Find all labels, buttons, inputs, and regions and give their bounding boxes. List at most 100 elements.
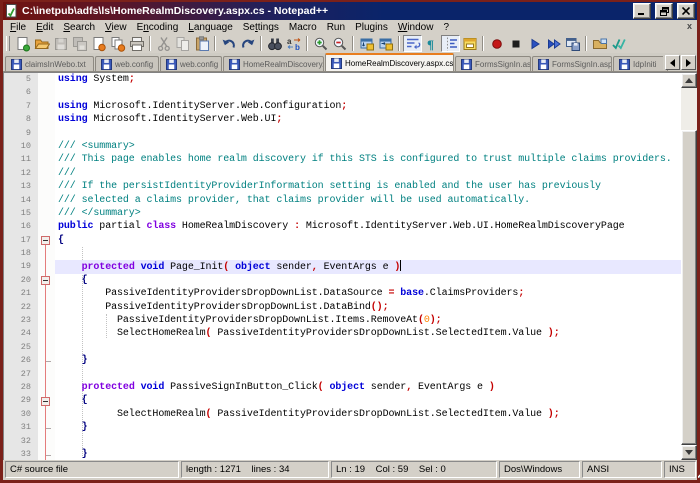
menu-item-plugins[interactable]: Plugins bbox=[350, 21, 393, 34]
cut-icon[interactable] bbox=[154, 35, 173, 52]
line-number: 23 bbox=[4, 314, 31, 327]
menu-item-language[interactable]: Language bbox=[183, 21, 238, 34]
window-title: C:\inetpub\adfs\ls\HomeRealmDiscovery.as… bbox=[22, 5, 629, 17]
menu-item-search[interactable]: Search bbox=[58, 21, 100, 34]
tab-label: HomeRealmDiscovery.aspx.cs bbox=[345, 59, 453, 68]
line-number: 11 bbox=[4, 153, 31, 166]
code-text-area[interactable]: using System;using Microsoft.IdentitySer… bbox=[55, 73, 681, 460]
menu-item-run[interactable]: Run bbox=[322, 21, 350, 34]
line-number: 32 bbox=[4, 435, 31, 448]
word-wrap-icon[interactable] bbox=[403, 35, 422, 52]
close-button[interactable] bbox=[677, 3, 695, 19]
scroll-up-icon[interactable] bbox=[681, 73, 697, 88]
svg-text:b: b bbox=[295, 43, 300, 52]
text-caret bbox=[400, 260, 401, 271]
tab-homerealmdiscovery-aspx-cs[interactable]: HomeRealmDiscovery.aspx.cs bbox=[325, 53, 454, 71]
macro-stop-icon[interactable] bbox=[506, 35, 525, 52]
menu-item-macro[interactable]: Macro bbox=[284, 21, 322, 34]
tab-web-config[interactable]: web.config bbox=[160, 56, 222, 71]
open-file-icon[interactable] bbox=[32, 35, 51, 52]
toolbar-grip[interactable] bbox=[6, 36, 10, 51]
line-number: 15 bbox=[4, 207, 31, 220]
code-line-16: public partial class HomeRealmDiscovery … bbox=[55, 220, 681, 233]
macro-play-icon[interactable] bbox=[525, 35, 544, 52]
menu-item-encoding[interactable]: Encoding bbox=[132, 21, 184, 34]
line-number: 29 bbox=[4, 394, 31, 407]
menu-item-edit[interactable]: Edit bbox=[31, 21, 58, 34]
print-icon[interactable] bbox=[127, 35, 146, 52]
code-line-5: using System; bbox=[55, 73, 681, 86]
line-number: 12 bbox=[4, 167, 31, 180]
line-number: 22 bbox=[4, 301, 31, 314]
save-all-icon[interactable] bbox=[70, 35, 89, 52]
toolbar-separator bbox=[398, 36, 400, 51]
line-number: 21 bbox=[4, 287, 31, 300]
tab-homerealmdiscovery-aspx[interactable]: HomeRealmDiscovery.aspx bbox=[223, 56, 324, 71]
code-line-26: } bbox=[55, 354, 681, 367]
tab-label: IdpIniti bbox=[633, 60, 657, 69]
zoom-out-icon[interactable] bbox=[330, 35, 349, 52]
line-number: 8 bbox=[4, 113, 31, 126]
code-line-13: /// If the persistIdentityProviderInform… bbox=[55, 180, 681, 193]
scrollbar-thumb[interactable] bbox=[681, 130, 697, 445]
line-number: 31 bbox=[4, 421, 31, 434]
sync-scroll-v-icon[interactable] bbox=[357, 35, 376, 52]
tab-scroll-left-icon[interactable] bbox=[665, 55, 680, 70]
status-bar: C# source file length : 1271 lines : 34 … bbox=[3, 460, 697, 480]
menu-item-window[interactable]: Window bbox=[393, 21, 439, 34]
new-file-icon[interactable] bbox=[13, 35, 32, 52]
code-line-15: /// </summary> bbox=[55, 207, 681, 220]
code-line-19: protected void Page_Init( object sender,… bbox=[55, 260, 681, 273]
code-line-25 bbox=[55, 341, 681, 354]
titlebar[interactable]: C:\inetpub\adfs\ls\HomeRealmDiscovery.as… bbox=[3, 2, 697, 20]
menu-item-file[interactable]: File bbox=[5, 21, 31, 34]
macro-record-icon[interactable] bbox=[487, 35, 506, 52]
close-icon[interactable] bbox=[89, 35, 108, 52]
tab-formssignin-aspx[interactable]: FormsSignIn.aspx bbox=[455, 56, 531, 71]
fold-collapse-box[interactable] bbox=[41, 276, 50, 285]
tab-formssignin-aspx-cs[interactable]: FormsSignIn.aspx.cs bbox=[532, 56, 612, 71]
menu-item-view[interactable]: View bbox=[100, 21, 132, 34]
show-all-chars-icon[interactable]: ¶ bbox=[422, 35, 441, 52]
find-icon[interactable] bbox=[265, 35, 284, 52]
copy-icon[interactable] bbox=[173, 35, 192, 52]
tab-web-config[interactable]: web.config bbox=[95, 56, 159, 71]
notepad-plus-plus-app-icon bbox=[5, 4, 19, 18]
menu-item-settings[interactable]: Settings bbox=[238, 21, 284, 34]
fold-collapse-box[interactable] bbox=[41, 236, 50, 245]
user-defined-dialog-icon[interactable] bbox=[460, 35, 479, 52]
tab-claimsinwebo-txt[interactable]: claimsInWebo.txt bbox=[5, 56, 94, 71]
line-number: 24 bbox=[4, 327, 31, 340]
line-number: 20 bbox=[4, 274, 31, 287]
code-line-9 bbox=[55, 127, 681, 140]
paste-icon[interactable] bbox=[192, 35, 211, 52]
macro-save-icon[interactable] bbox=[563, 35, 582, 52]
save-icon[interactable] bbox=[51, 35, 70, 52]
menu-item-[interactable]: ? bbox=[438, 21, 454, 34]
replace-icon[interactable]: ab bbox=[284, 35, 303, 52]
menubar: FileEditSearchViewEncodingLanguageSettin… bbox=[3, 20, 697, 34]
macro-run-multiple-icon[interactable] bbox=[544, 35, 563, 52]
undo-icon[interactable] bbox=[219, 35, 238, 52]
line-number: 19 bbox=[4, 260, 31, 273]
code-line-18 bbox=[55, 247, 681, 260]
saved-file-floppy-icon bbox=[461, 59, 472, 70]
indent-guide-icon[interactable] bbox=[441, 35, 460, 52]
vertical-scrollbar[interactable] bbox=[681, 73, 697, 460]
plugin-folder-icon[interactable] bbox=[590, 35, 609, 52]
tab-idpiniti[interactable]: IdpIniti bbox=[613, 56, 668, 71]
menubar-close-icon[interactable]: x bbox=[687, 21, 692, 31]
sync-scroll-h-icon[interactable] bbox=[376, 35, 395, 52]
tab-label: claimsInWebo.txt bbox=[25, 60, 86, 69]
zoom-in-icon[interactable] bbox=[311, 35, 330, 52]
tab-scroll-right-icon[interactable] bbox=[681, 55, 696, 70]
restore-button[interactable] bbox=[655, 3, 673, 19]
plugin-check-icon[interactable] bbox=[609, 35, 628, 52]
minimize-button[interactable] bbox=[633, 3, 651, 19]
toolbar-separator bbox=[306, 36, 308, 51]
line-number: 27 bbox=[4, 368, 31, 381]
scroll-down-icon[interactable] bbox=[681, 445, 697, 460]
close-all-icon[interactable] bbox=[108, 35, 127, 52]
redo-icon[interactable] bbox=[238, 35, 257, 52]
fold-collapse-box[interactable] bbox=[41, 397, 50, 406]
